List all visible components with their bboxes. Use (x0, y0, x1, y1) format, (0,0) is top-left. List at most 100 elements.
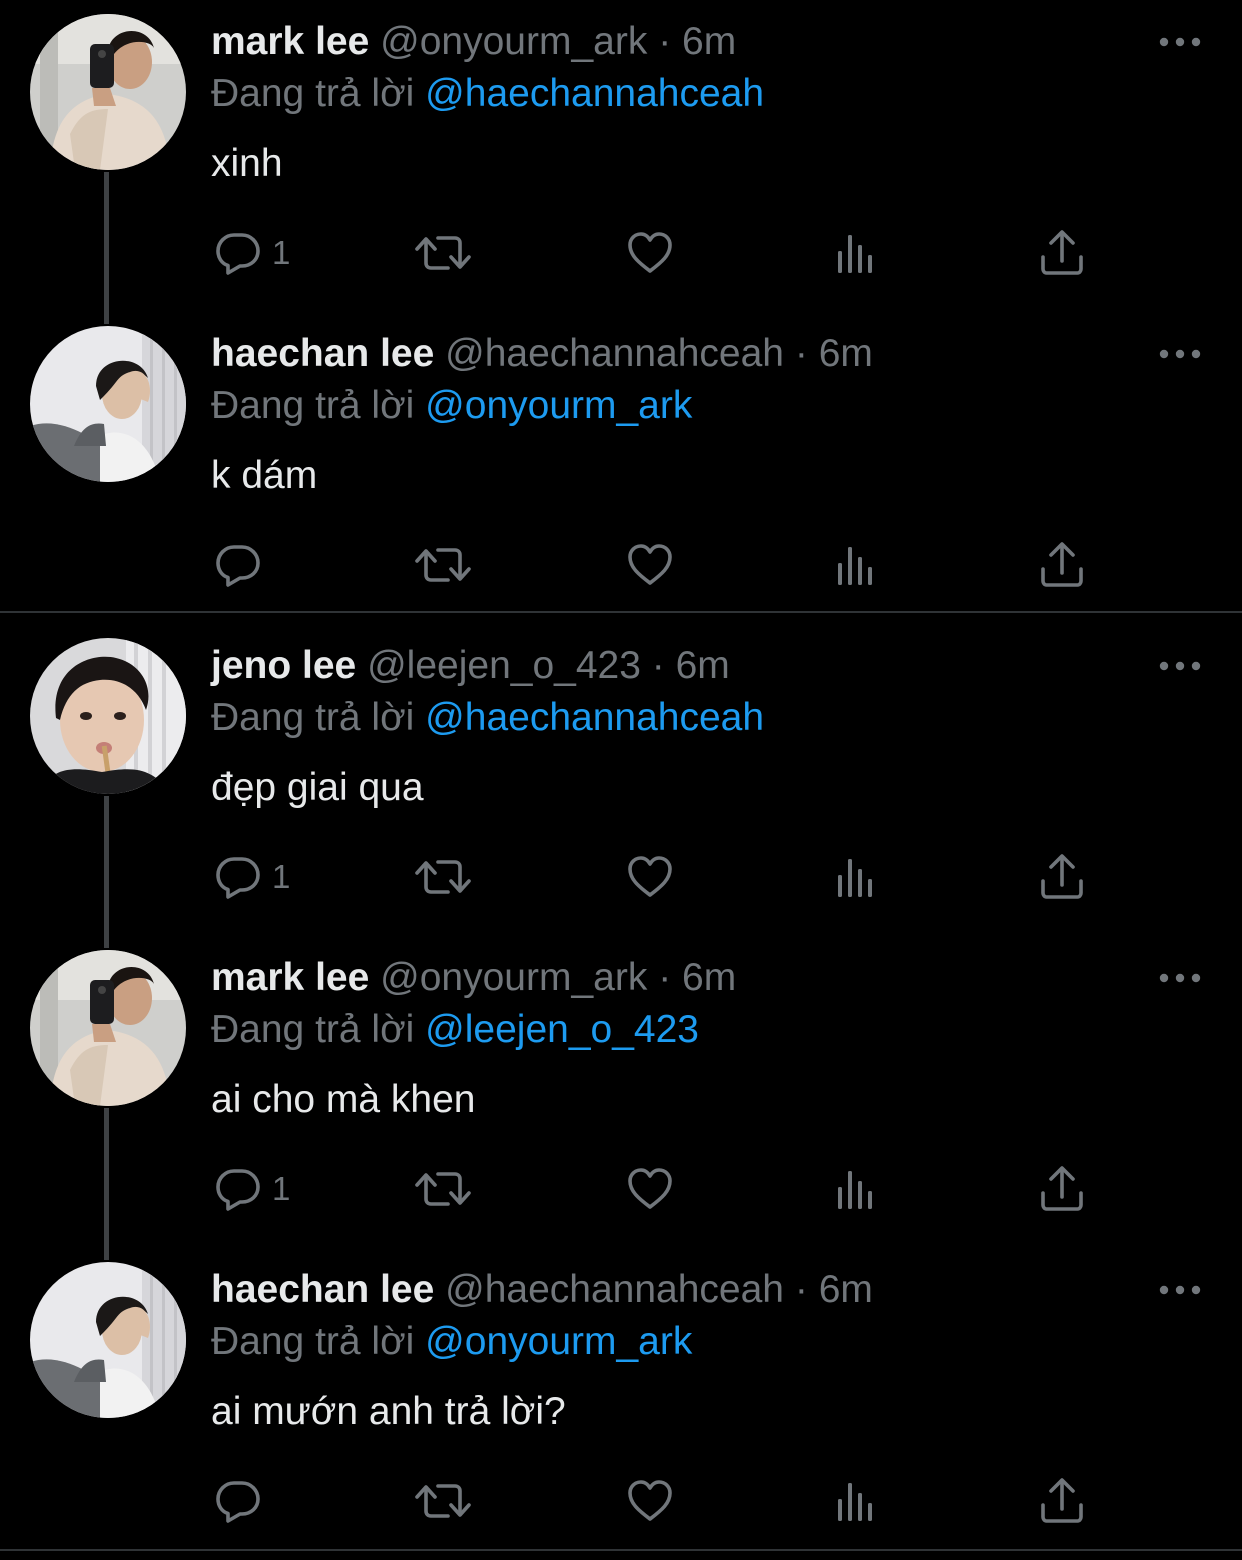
replying-to: Đang trả lời @onyourm_ark (211, 382, 692, 430)
reply-button[interactable] (214, 1476, 272, 1526)
tweet-text: k dám (211, 454, 318, 497)
retweet-button[interactable] (414, 852, 472, 902)
replying-to-label: Đang trả lời (211, 72, 415, 115)
more-dots-icon[interactable] (1158, 334, 1202, 374)
tweet-text: ai mướn anh trả lời? (211, 1390, 566, 1433)
mention-link[interactable]: @leejen_o_423 (425, 1008, 699, 1051)
display-name[interactable]: jeno lee (211, 644, 356, 687)
timestamp[interactable]: 6m (819, 1268, 873, 1311)
bar-chart-icon (832, 853, 880, 901)
display-name[interactable]: mark lee (211, 956, 369, 999)
share-button[interactable] (1038, 1476, 1086, 1526)
mention-link[interactable]: @haechannahceah (425, 72, 764, 115)
speech-bubble-icon (214, 229, 262, 277)
avatar[interactable] (30, 638, 186, 794)
avatar[interactable] (30, 950, 186, 1106)
reply-count: 1 (272, 858, 291, 895)
share-button[interactable] (1038, 228, 1086, 278)
like-button[interactable] (626, 228, 674, 278)
analytics-button[interactable] (832, 852, 880, 902)
user-handle[interactable]: @onyourm_ark (380, 956, 647, 999)
tweet-card[interactable]: mark lee @onyourm_ark · 6m Đang trả lời … (0, 0, 1242, 312)
display-name[interactable]: haechan lee (211, 332, 434, 375)
like-button[interactable] (626, 852, 674, 902)
timestamp[interactable]: 6m (676, 644, 730, 687)
tweet-text: ai cho mà khen (211, 1078, 476, 1121)
reply-button[interactable] (214, 540, 272, 590)
avatar[interactable] (30, 14, 186, 170)
reply-button[interactable]: 1 (214, 852, 290, 902)
heart-icon (626, 1477, 674, 1525)
timestamp[interactable]: 6m (682, 956, 736, 999)
heart-icon (626, 541, 674, 589)
display-name[interactable]: mark lee (211, 20, 369, 63)
analytics-button[interactable] (832, 228, 880, 278)
reply-count: 1 (272, 234, 291, 271)
mention-link[interactable]: @haechannahceah (425, 696, 764, 739)
like-button[interactable] (626, 1476, 674, 1526)
user-handle[interactable]: @haechannahceah (445, 332, 784, 375)
tweet-card[interactable]: jeno lee @leejen_o_423 · 6m Đang trả lời… (0, 624, 1242, 936)
action-bar: 1 (0, 200, 1242, 300)
replying-to: Đang trả lời @haechannahceah (211, 694, 764, 742)
speech-bubble-icon (214, 853, 262, 901)
mention-link[interactable]: @onyourm_ark (425, 384, 692, 427)
reply-count: 1 (272, 1170, 291, 1207)
bar-chart-icon (832, 229, 880, 277)
avatar[interactable] (30, 326, 186, 482)
separator-dot: · (794, 1268, 808, 1311)
analytics-button[interactable] (832, 540, 880, 590)
tweet-text: xinh (211, 142, 283, 185)
tweet-text: đẹp giai qua (211, 766, 424, 809)
speech-bubble-icon (214, 1165, 262, 1213)
reply-button[interactable]: 1 (214, 1164, 290, 1214)
mention-link[interactable]: @onyourm_ark (425, 1320, 692, 1363)
retweet-button[interactable] (414, 228, 472, 278)
tweet-header: haechan lee @haechannahceah · 6m (211, 330, 873, 378)
avatar[interactable] (30, 1262, 186, 1418)
share-button[interactable] (1038, 540, 1086, 590)
display-name[interactable]: haechan lee (211, 1268, 434, 1311)
tweet-card[interactable]: haechan lee @haechannahceah · 6m Đang tr… (0, 1248, 1242, 1560)
timestamp[interactable]: 6m (682, 20, 736, 63)
retweet-button[interactable] (414, 540, 472, 590)
share-button[interactable] (1038, 1164, 1086, 1214)
more-dots-icon[interactable] (1158, 958, 1202, 998)
user-handle[interactable]: @leejen_o_423 (367, 644, 641, 687)
heart-icon (626, 1165, 674, 1213)
retweet-arrows-icon (414, 853, 472, 901)
retweet-arrows-icon (414, 541, 472, 589)
timestamp[interactable]: 6m (819, 332, 873, 375)
thread-divider (0, 611, 1242, 613)
share-upload-icon (1038, 1477, 1086, 1525)
retweet-button[interactable] (414, 1476, 472, 1526)
share-button[interactable] (1038, 852, 1086, 902)
replying-to-label: Đang trả lời (211, 1008, 415, 1051)
heart-icon (626, 229, 674, 277)
user-handle[interactable]: @haechannahceah (445, 1268, 784, 1311)
tweet-card[interactable]: mark lee @onyourm_ark · 6m Đang trả lời … (0, 936, 1242, 1248)
bar-chart-icon (832, 541, 880, 589)
retweet-button[interactable] (414, 1164, 472, 1214)
replying-to: Đang trả lời @onyourm_ark (211, 1318, 692, 1366)
heart-icon (626, 853, 674, 901)
analytics-button[interactable] (832, 1476, 880, 1526)
replying-to: Đang trả lời @leejen_o_423 (211, 1006, 699, 1054)
replying-to: Đang trả lời @haechannahceah (211, 70, 764, 118)
separator-dot: · (794, 332, 808, 375)
share-upload-icon (1038, 853, 1086, 901)
reply-button[interactable]: 1 (214, 228, 290, 278)
replying-to-label: Đang trả lời (211, 384, 415, 427)
retweet-arrows-icon (414, 1165, 472, 1213)
analytics-button[interactable] (832, 1164, 880, 1214)
retweet-arrows-icon (414, 229, 472, 277)
tweet-header: mark lee @onyourm_ark · 6m (211, 18, 736, 66)
like-button[interactable] (626, 540, 674, 590)
more-dots-icon[interactable] (1158, 22, 1202, 62)
like-button[interactable] (626, 1164, 674, 1214)
tweet-card[interactable]: haechan lee @haechannahceah · 6m Đang tr… (0, 312, 1242, 624)
more-dots-icon[interactable] (1158, 1270, 1202, 1310)
user-handle[interactable]: @onyourm_ark (380, 20, 647, 63)
replying-to-label: Đang trả lời (211, 1320, 415, 1363)
more-dots-icon[interactable] (1158, 646, 1202, 686)
